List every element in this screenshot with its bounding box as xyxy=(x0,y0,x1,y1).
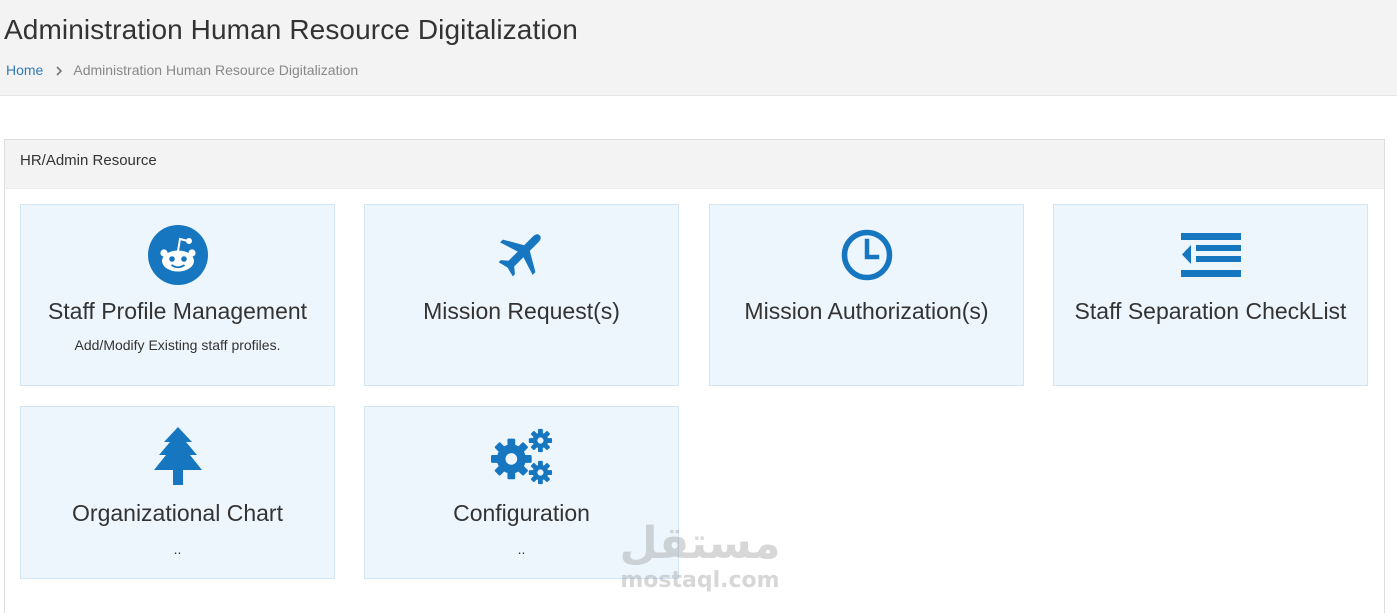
tile-staff-separation-checklist[interactable]: Staff Separation CheckList xyxy=(1053,204,1368,386)
cogs-icon xyxy=(490,425,554,489)
tile-staff-profile-management[interactable]: Staff Profile Management Add/Modify Exis… xyxy=(20,204,335,386)
tree-icon xyxy=(146,425,210,489)
page-title: Administration Human Resource Digitaliza… xyxy=(4,14,578,45)
tile-title: Organizational Chart xyxy=(72,500,283,526)
watermark-arabic: مستقل xyxy=(619,518,781,569)
indent-icon xyxy=(1179,223,1243,287)
tile-description: Add/Modify Existing staff profiles. xyxy=(74,337,281,353)
breadcrumb-current: Administration Human Resource Digitaliza… xyxy=(73,62,359,78)
tile-title: Mission Authorization(s) xyxy=(744,298,989,324)
tile-title: Mission Request(s) xyxy=(423,298,620,324)
plane-icon xyxy=(490,221,554,285)
breadcrumb-home-link[interactable]: Home xyxy=(6,62,43,78)
tile-mission-requests[interactable]: Mission Request(s) xyxy=(364,204,679,386)
page-header: Administration Human Resource Digitaliza… xyxy=(0,0,1397,96)
tile-mission-authorizations[interactable]: Mission Authorization(s) xyxy=(709,204,1024,386)
tile-description: .. xyxy=(173,541,182,557)
chevron-right-icon xyxy=(54,64,64,76)
mostaql-watermark: مستقل mostaql.com xyxy=(612,520,788,610)
tile-title: Staff Profile Management xyxy=(47,298,308,324)
reddit-icon xyxy=(146,223,210,287)
tile-title: Staff Separation CheckList xyxy=(1074,298,1347,324)
tile-organizational-chart[interactable]: Organizational Chart .. xyxy=(20,406,335,579)
panel-heading: HR/Admin Resource xyxy=(5,140,1384,189)
breadcrumb: Home Administration Human Resource Digit… xyxy=(6,62,358,78)
watermark-latin: mostaql.com xyxy=(620,568,780,593)
clock-icon xyxy=(835,223,899,287)
